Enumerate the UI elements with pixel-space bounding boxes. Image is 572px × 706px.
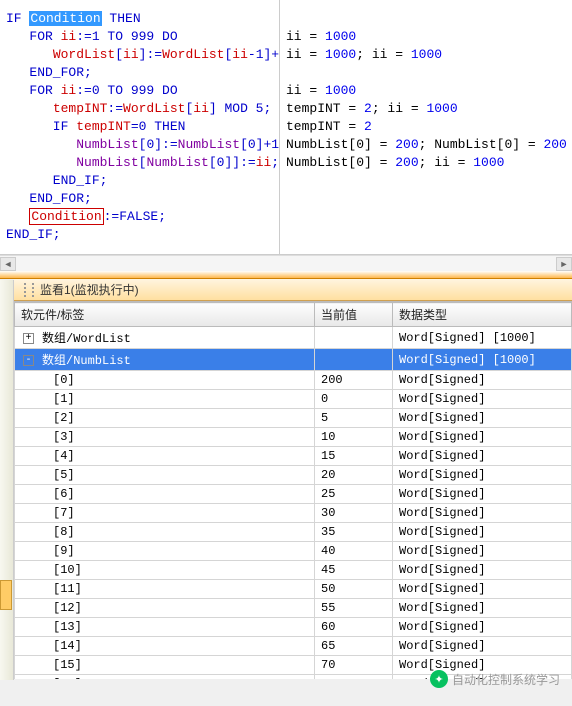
watermark: ✦ 自动化控制系统学习: [430, 670, 560, 688]
table-row[interactable]: [12]55Word[Signed]: [15, 599, 572, 618]
table-row[interactable]: [1]0Word[Signed]: [15, 390, 572, 409]
code-line[interactable]: Condition:=FALSE;: [6, 208, 273, 226]
scroll-right-arrow[interactable]: ►: [556, 257, 572, 271]
code-line[interactable]: END_IF;: [6, 172, 273, 190]
code-line[interactable]: END_FOR;: [6, 190, 273, 208]
table-row[interactable]: [10]45Word[Signed]: [15, 561, 572, 580]
trace-line: ii = 1000: [286, 82, 567, 100]
table-row[interactable]: [8]35Word[Signed]: [15, 523, 572, 542]
trace-line: NumbList[0] = 200; ii = 1000: [286, 154, 567, 172]
table-row[interactable]: [14]65Word[Signed]: [15, 637, 572, 656]
table-row-group[interactable]: -数组/NumbListWord[Signed] [1000]: [15, 349, 572, 371]
code-line[interactable]: END_IF;: [6, 226, 273, 244]
col-header-value[interactable]: 当前值: [315, 303, 393, 327]
code-line[interactable]: END_FOR;: [6, 64, 273, 82]
side-tab-selected[interactable]: [0, 580, 12, 610]
trace-pane: ii = 1000ii = 1000; ii = 1000 ii = 1000t…: [280, 0, 572, 254]
watch-table-wrapper[interactable]: 软元件/标签 当前值 数据类型 +数组/WordListWord[Signed]…: [14, 301, 572, 679]
trace-line: [286, 64, 567, 82]
trace-line: tempINT = 2; ii = 1000: [286, 100, 567, 118]
table-row-group[interactable]: +数组/WordListWord[Signed] [1000]: [15, 327, 572, 349]
code-line[interactable]: tempINT:=WordList[ii] MOD 5;: [6, 100, 273, 118]
trace-line: [286, 10, 567, 28]
table-row[interactable]: [2]5Word[Signed]: [15, 409, 572, 428]
trace-line: ii = 1000; ii = 1000: [286, 46, 567, 64]
watch-table[interactable]: 软元件/标签 当前值 数据类型 +数组/WordListWord[Signed]…: [14, 302, 572, 679]
col-header-name[interactable]: 软元件/标签: [15, 303, 315, 327]
table-row[interactable]: [11]50Word[Signed]: [15, 580, 572, 599]
table-row[interactable]: [3]10Word[Signed]: [15, 428, 572, 447]
trace-line: tempINT = 2: [286, 118, 567, 136]
code-pane[interactable]: IF Condition THEN FOR ii:=1 TO 999 DO Wo…: [0, 0, 280, 254]
expand-icon[interactable]: -: [23, 355, 34, 366]
code-line[interactable]: IF tempINT=0 THEN: [6, 118, 273, 136]
table-row[interactable]: [5]20Word[Signed]: [15, 466, 572, 485]
table-row[interactable]: [13]60Word[Signed]: [15, 618, 572, 637]
watermark-text: 自动化控制系统学习: [452, 671, 560, 688]
code-line[interactable]: NumbList[NumbList[0]]:=ii;: [6, 154, 273, 172]
horizontal-scrollbar[interactable]: ◄ ►: [0, 255, 572, 271]
watch-header-row[interactable]: 软元件/标签 当前值 数据类型: [15, 303, 572, 327]
table-row[interactable]: [0]200Word[Signed]: [15, 371, 572, 390]
expand-icon[interactable]: +: [23, 333, 34, 344]
code-line[interactable]: WordList[ii]:=WordList[ii-1]+3;: [6, 46, 273, 64]
table-row[interactable]: [4]15Word[Signed]: [15, 447, 572, 466]
editor-area: IF Condition THEN FOR ii:=1 TO 999 DO Wo…: [0, 0, 572, 255]
table-row[interactable]: [6]25Word[Signed]: [15, 485, 572, 504]
code-line[interactable]: NumbList[0]:=NumbList[0]+1;: [6, 136, 273, 154]
panel-divider[interactable]: [0, 271, 572, 279]
watch-title-text: 监看1(监视执行中): [40, 281, 139, 298]
scroll-left-arrow[interactable]: ◄: [0, 257, 16, 271]
code-line[interactable]: FOR ii:=0 TO 999 DO: [6, 82, 273, 100]
trace-line: NumbList[0] = 200; NumbList[0] = 200: [286, 136, 567, 154]
table-row[interactable]: [7]30Word[Signed]: [15, 504, 572, 523]
col-header-type[interactable]: 数据类型: [393, 303, 572, 327]
trace-line: ii = 1000: [286, 28, 567, 46]
table-row[interactable]: [9]40Word[Signed]: [15, 542, 572, 561]
wechat-icon: ✦: [430, 670, 448, 688]
watch-window-title: 监看1(监视执行中): [14, 279, 572, 301]
code-line[interactable]: IF Condition THEN: [6, 10, 273, 28]
code-line[interactable]: FOR ii:=1 TO 999 DO: [6, 28, 273, 46]
side-tab-strip[interactable]: [0, 280, 14, 680]
